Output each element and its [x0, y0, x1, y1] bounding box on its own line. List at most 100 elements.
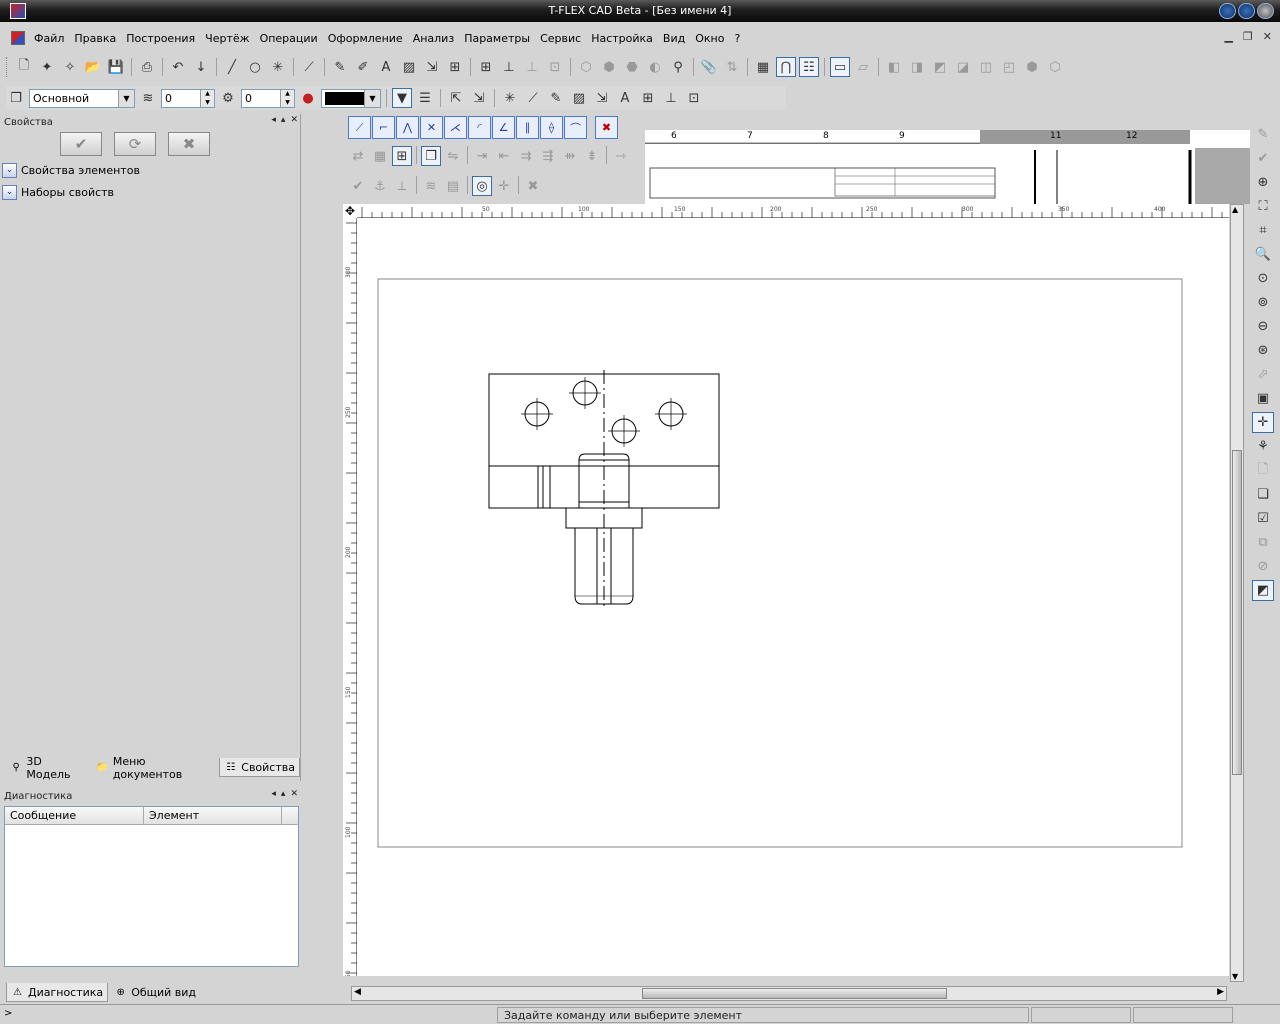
offset-icon[interactable]: ⇟: [582, 146, 602, 166]
column-header-message[interactable]: Сообщение: [5, 807, 144, 824]
sweep-icon[interactable]: ◐: [645, 57, 665, 77]
zoom-out-icon[interactable]: ⊖: [1252, 316, 1274, 337]
check-icon[interactable]: ✔: [348, 176, 368, 196]
zoom-all-icon[interactable]: ⊛: [1252, 340, 1274, 361]
page-icon[interactable]: 🗋: [1252, 460, 1274, 481]
rotate-copy-icon[interactable]: ⇤: [494, 146, 514, 166]
palette-icon[interactable]: ⚘: [1252, 436, 1274, 457]
view-bottom-icon[interactable]: ◰: [999, 57, 1019, 77]
origin-icon[interactable]: ✥: [343, 204, 357, 218]
window-3d-icon[interactable]: ▱: [853, 57, 873, 77]
refresh-button[interactable]: ⟳: [114, 132, 156, 156]
grid-snap-icon[interactable]: ⊞: [392, 146, 412, 166]
table-tool-icon[interactable]: ▤: [443, 176, 463, 196]
text-icon[interactable]: A: [376, 57, 396, 77]
menu-parameters[interactable]: Параметры: [459, 32, 535, 45]
view-iso-icon[interactable]: ⬢: [1022, 57, 1042, 77]
select-filter-icon[interactable]: ⇱: [446, 88, 466, 108]
level-field[interactable]: 0 ▲ ▼: [161, 88, 215, 108]
scroll-right-icon[interactable]: ▶: [1217, 987, 1224, 997]
line-offset-icon[interactable]: ⌒: [564, 116, 587, 139]
snap-node-icon[interactable]: ✳: [500, 88, 520, 108]
delete-icon[interactable]: ✖: [523, 176, 543, 196]
command-prompt[interactable]: >: [4, 1008, 12, 1019]
mdi-close-button[interactable]: ✕: [1263, 30, 1272, 43]
line-arc-icon[interactable]: ◜: [468, 116, 491, 139]
undo-icon[interactable]: ↶: [168, 57, 188, 77]
snap-line-icon[interactable]: ⟋: [523, 88, 543, 108]
snap-hatch-icon[interactable]: ▨: [569, 88, 589, 108]
view-back-icon[interactable]: ◨: [907, 57, 927, 77]
vertical-scroll-thumb[interactable]: [1232, 450, 1242, 775]
section-property-sets[interactable]: ⌄ Наборы свойств: [2, 183, 299, 201]
mdi-minimize-button[interactable]: ▁: [1224, 30, 1232, 43]
pages-icon[interactable]: ❏: [1252, 484, 1274, 505]
check-page-icon[interactable]: ☑: [1252, 508, 1274, 529]
scroll-left-icon[interactable]: ◀: [354, 987, 361, 997]
panel-close-icon[interactable]: ✕: [290, 789, 298, 799]
menu-construct[interactable]: Построения: [121, 32, 200, 45]
view-icon[interactable]: ⊞: [445, 57, 465, 77]
loft-icon[interactable]: ⬣: [622, 57, 642, 77]
scale-icon[interactable]: ⇉: [516, 146, 536, 166]
zoom-window-icon[interactable]: ⛶: [1252, 196, 1274, 217]
shading-icon[interactable]: ◩: [1252, 580, 1274, 601]
menu-help[interactable]: ?: [729, 32, 745, 45]
mdi-restore-button[interactable]: ❐: [1243, 30, 1253, 43]
line-bisector-icon[interactable]: ⋌: [444, 116, 467, 139]
pen-edit-icon[interactable]: ✎: [1252, 124, 1274, 145]
anchor-icon[interactable]: ⚓: [370, 176, 390, 196]
column-header-element[interactable]: Элемент: [144, 807, 282, 824]
attach-icon[interactable]: 📎: [699, 57, 719, 77]
move-icon[interactable]: ⇥: [472, 146, 492, 166]
redo-icon[interactable]: ↓: [191, 57, 211, 77]
fragment-icon[interactable]: ⊡: [545, 57, 565, 77]
grid-icon[interactable]: ▦: [370, 146, 390, 166]
zoom-prev-icon[interactable]: ⊙: [1252, 268, 1274, 289]
maximize-button[interactable]: [1238, 3, 1255, 19]
circle-icon[interactable]: ○: [245, 57, 265, 77]
color-select[interactable]: ▼: [321, 88, 381, 108]
save-icon[interactable]: 💾: [106, 57, 126, 77]
array-icon[interactable]: ⇶: [538, 146, 558, 166]
level-tool-icon[interactable]: ⟂: [392, 176, 412, 196]
edit-icon[interactable]: ⇄: [348, 146, 368, 166]
menu-view[interactable]: Вид: [658, 32, 690, 45]
line-node-icon[interactable]: ⟠: [540, 116, 563, 139]
panel-menu-icon[interactable]: ◂: [271, 789, 276, 799]
section-element-properties[interactable]: ⌄ Свойства элементов: [2, 161, 299, 179]
magnet-icon[interactable]: ⋂: [776, 57, 796, 77]
chevron-down-icon[interactable]: ▼: [118, 89, 134, 107]
tab-overview[interactable]: ⊕ Общий вид: [110, 983, 200, 1002]
copy-icon[interactable]: ❐: [421, 146, 441, 166]
tab-document-menu[interactable]: 📁 Меню документов: [92, 755, 217, 781]
panel-pin-icon[interactable]: ▴: [281, 115, 286, 125]
hatch-icon[interactable]: ▨: [399, 57, 419, 77]
line-two-nodes-icon[interactable]: ⟋: [348, 116, 371, 139]
menu-service[interactable]: Сервис: [535, 32, 586, 45]
line-delete-icon[interactable]: ✖: [595, 116, 618, 139]
line-angle-icon[interactable]: ∠: [492, 116, 515, 139]
redraw-icon[interactable]: ▣: [1252, 388, 1274, 409]
menu-format[interactable]: Оформление: [323, 32, 408, 45]
calculator-icon[interactable]: ▦: [753, 57, 773, 77]
view-front-icon[interactable]: ◧: [884, 57, 904, 77]
toolbar-grip[interactable]: [6, 57, 9, 77]
new-template-icon[interactable]: ✧: [60, 57, 80, 77]
snap-rough-icon[interactable]: ⊥: [661, 88, 681, 108]
rotate-icon[interactable]: ⬢: [599, 57, 619, 77]
filter-list-icon[interactable]: ☰: [415, 88, 435, 108]
chevron-down-icon[interactable]: ⌄: [2, 184, 17, 200]
view-left-icon[interactable]: ◩: [930, 57, 950, 77]
menu-analysis[interactable]: Анализ: [408, 32, 460, 45]
tab-properties[interactable]: ☷ Свойства: [219, 758, 300, 777]
line-cross-icon[interactable]: ✕: [420, 116, 443, 139]
pattern-icon[interactable]: ≋: [421, 176, 441, 196]
zoom-in-icon[interactable]: ⊕: [1252, 172, 1274, 193]
tab-3d-model[interactable]: ⚲ 3D Модель: [6, 755, 90, 781]
panel-pin-icon[interactable]: ▴: [281, 789, 286, 799]
drawing-sheet[interactable]: [357, 218, 1229, 976]
tab-diagnostics[interactable]: ⚠ Диагностика: [6, 983, 109, 1002]
view-iso2-icon[interactable]: ⬡: [1045, 57, 1065, 77]
close-window-button[interactable]: [1257, 3, 1274, 19]
